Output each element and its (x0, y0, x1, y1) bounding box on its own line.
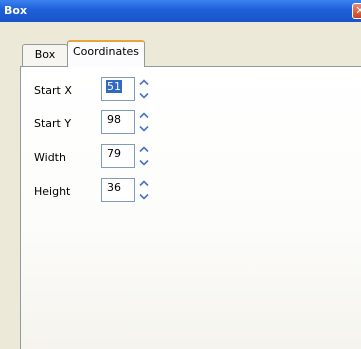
spin-up-icon[interactable] (139, 178, 149, 189)
start-y-spinner[interactable] (137, 110, 151, 134)
close-button[interactable]: ✕ (352, 3, 361, 19)
start-x-spinner[interactable] (137, 77, 151, 101)
spin-down-icon[interactable] (139, 123, 149, 134)
tab-coordinates-label: Coordinates (72, 45, 140, 58)
close-icon: ✕ (355, 4, 361, 17)
start-x-input[interactable]: 51 (101, 77, 135, 101)
height-input[interactable]: 36 (101, 178, 135, 202)
tab-coordinates[interactable]: Coordinates (67, 40, 145, 67)
start-x-label: Start X (34, 84, 72, 97)
height-label: Height (34, 185, 71, 198)
width-value: 79 (107, 147, 121, 160)
width-spinner[interactable] (137, 144, 151, 168)
start-y-label: Start Y (34, 117, 72, 130)
title-bar: Box ✕ (0, 0, 361, 22)
window-title: Box (4, 4, 28, 17)
spin-down-icon[interactable] (139, 157, 149, 168)
spin-down-icon[interactable] (139, 90, 149, 101)
tab-box[interactable]: Box (22, 44, 68, 66)
width-input[interactable]: 79 (101, 144, 135, 168)
spin-up-icon[interactable] (139, 144, 149, 155)
start-y-value: 98 (107, 113, 121, 126)
spin-up-icon[interactable] (139, 77, 149, 88)
start-x-value: 51 (106, 80, 122, 93)
height-spinner[interactable] (137, 178, 151, 202)
spin-down-icon[interactable] (139, 191, 149, 202)
width-label: Width (34, 151, 66, 164)
height-value: 36 (107, 181, 121, 194)
start-y-input[interactable]: 98 (101, 110, 135, 134)
tab-box-label: Box (34, 48, 56, 61)
coordinates-panel (20, 66, 361, 349)
spin-up-icon[interactable] (139, 110, 149, 121)
